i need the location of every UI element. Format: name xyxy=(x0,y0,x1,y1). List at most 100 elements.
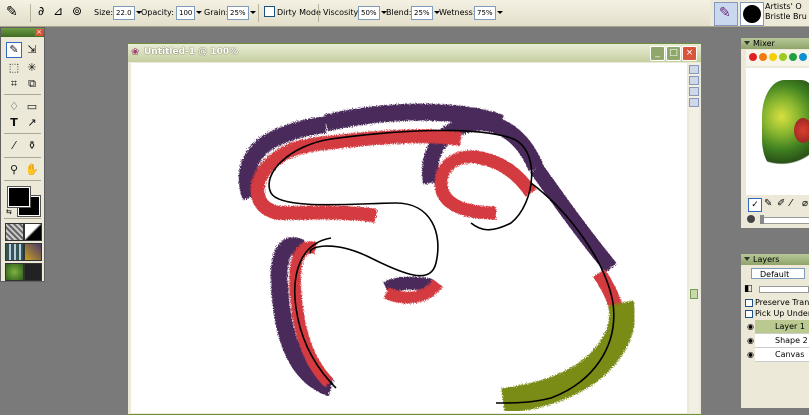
dropper-tool-button[interactable]: ⁄ xyxy=(6,138,22,154)
paintbrush-icon: ✎ xyxy=(719,5,731,21)
blend-dropdown-icon[interactable] xyxy=(433,6,440,18)
size-dropdown-icon[interactable] xyxy=(135,6,142,18)
close-button[interactable]: × xyxy=(682,46,697,61)
preserve-transparency-option[interactable]: Preserve Trans xyxy=(745,297,809,308)
vertical-scrollbar[interactable] xyxy=(689,63,699,413)
layer-row[interactable]: Shape 2 xyxy=(755,334,809,348)
brush-variant-button[interactable] xyxy=(740,2,764,26)
composite-method-select[interactable]: Default xyxy=(751,268,805,279)
brush-category-label[interactable]: Artists' O xyxy=(765,2,807,12)
layer-visibility-icon[interactable]: ◧ xyxy=(744,284,753,294)
layer-row[interactable]: Layer 1 xyxy=(755,320,809,334)
eye-icon[interactable]: ◉ xyxy=(746,322,755,331)
grain-dropdown-icon[interactable] xyxy=(249,6,256,18)
mixer-color-swatch[interactable] xyxy=(799,53,807,61)
mixer-panel: Mixer ✓ ✎ ✐ ⁄ ⌀ xyxy=(741,38,809,228)
text-icon: T xyxy=(10,116,18,129)
transform-tool-button[interactable]: ⧉ xyxy=(24,76,40,92)
opacity-field[interactable]: 100 xyxy=(176,6,196,20)
nozzle-selector[interactable] xyxy=(5,263,24,281)
dirty-mode-checkbox[interactable] xyxy=(264,6,275,17)
eye-icon[interactable]: ◉ xyxy=(746,350,755,359)
eyedropper-icon: ⁄ xyxy=(13,139,15,152)
toolbox-divider xyxy=(4,94,41,95)
sample-color-icon[interactable]: ⁄ xyxy=(790,198,792,209)
wetness-dropdown-icon[interactable] xyxy=(496,6,503,18)
eye-icon[interactable]: ◉ xyxy=(746,336,755,345)
viscosity-field[interactable]: 50% xyxy=(358,6,380,20)
document-title-bar[interactable]: ❀ Untitled-1 @ 100% _ □ × xyxy=(128,44,701,62)
mixer-color-swatch[interactable] xyxy=(759,53,767,61)
mixer-pad[interactable] xyxy=(746,68,809,195)
scroll-thumb[interactable] xyxy=(690,289,698,299)
layer-row[interactable]: Canvas xyxy=(755,348,809,362)
viscosity-dropdown-icon[interactable] xyxy=(380,6,387,18)
swap-colors-icon[interactable]: ⇆ xyxy=(6,208,12,216)
freehand-stroke-icon[interactable]: ∂ xyxy=(38,4,44,18)
mixer-color-swatch[interactable] xyxy=(789,53,797,61)
rectangle-shape-tool-button[interactable]: ▭ xyxy=(24,99,40,115)
shape-selection-tool-button[interactable]: ↗ xyxy=(24,115,40,131)
crop-tool-button[interactable]: ⌗ xyxy=(6,76,22,92)
mixer-color-swatch[interactable] xyxy=(769,53,777,61)
brush-options-icon[interactable]: ⊚ xyxy=(72,4,82,18)
layer-adjuster-tool-button[interactable]: ⇲ xyxy=(24,42,40,58)
brush-category-button[interactable]: ✎ xyxy=(714,2,738,26)
mix-color-icon[interactable]: ✐ xyxy=(777,198,785,209)
maximize-button[interactable]: □ xyxy=(666,46,681,61)
wetness-field[interactable]: 75% xyxy=(474,6,496,20)
toolbox-title-bar[interactable]: × xyxy=(1,28,44,37)
close-icon[interactable]: × xyxy=(35,29,43,36)
layer-opacity-slider[interactable] xyxy=(759,286,809,293)
main-color-swatch[interactable] xyxy=(7,186,31,208)
toggle-view-icon[interactable] xyxy=(689,76,699,85)
layers-title[interactable]: Layers xyxy=(741,254,809,265)
pick-up-underlying-option[interactable]: Pick Up Underly xyxy=(745,308,809,319)
look-selector[interactable] xyxy=(24,263,42,281)
pen-nib-icon[interactable] xyxy=(689,98,699,107)
toolbox-divider xyxy=(4,133,41,134)
straight-line-stroke-icon[interactable]: ⊿ xyxy=(53,4,63,18)
grabber-tool-button[interactable]: ✋ xyxy=(24,162,40,178)
document-title: Untitled-1 @ 100% xyxy=(144,47,239,57)
apply-color-icon[interactable]: ✎ xyxy=(764,198,772,209)
dirty-mode-toggle[interactable]: Dirty Mode xyxy=(264,6,321,20)
pick-up-underlying-checkbox[interactable] xyxy=(745,310,753,318)
magnifier-tool-button[interactable]: ⚲ xyxy=(6,162,22,178)
preserve-transparency-label: Preserve Trans xyxy=(755,298,809,307)
mixer-brush-size-slider[interactable] xyxy=(762,217,809,224)
mixer-title[interactable]: Mixer xyxy=(741,38,809,49)
opacity-dropdown-icon[interactable] xyxy=(195,6,203,18)
preserve-transparency-checkbox[interactable] xyxy=(745,299,753,307)
navigator-icon[interactable] xyxy=(689,65,699,74)
paint-bucket-tool-button[interactable]: ⚱ xyxy=(24,138,40,154)
pattern-selector[interactable] xyxy=(5,243,24,261)
grain-field[interactable]: 25% xyxy=(227,6,249,20)
canvas[interactable] xyxy=(131,63,687,413)
property-bar-divider xyxy=(318,4,319,22)
size-field[interactable]: 22.0 xyxy=(113,6,135,20)
minimize-button[interactable]: _ xyxy=(650,46,665,61)
mixer-brush-size-handle[interactable] xyxy=(760,215,764,224)
brush-tool-button[interactable]: ✎ xyxy=(6,42,22,58)
pen-tool-button[interactable]: ♢ xyxy=(6,99,22,115)
display-mode-icon[interactable] xyxy=(689,87,699,96)
rectangular-selection-tool-button[interactable]: ⬚ xyxy=(6,60,22,76)
brush-tool-icon[interactable]: ✎ xyxy=(6,4,18,20)
sample-multiple-icon[interactable]: ⌀ xyxy=(802,198,808,209)
toolbox-divider xyxy=(4,218,41,219)
magic-wand-tool-button[interactable]: ✳ xyxy=(24,60,40,76)
toolbox-divider xyxy=(4,157,41,158)
text-tool-button[interactable]: T xyxy=(6,115,22,131)
mixer-color-swatch[interactable] xyxy=(779,53,787,61)
brush-icon: ✎ xyxy=(9,43,19,56)
crop-icon: ⌗ xyxy=(10,77,18,90)
brush-variant-label[interactable]: Bristle Bru xyxy=(765,12,807,22)
dirty-brush-icon[interactable]: ✓ xyxy=(748,198,762,212)
blend-field[interactable]: 25% xyxy=(411,6,433,20)
paper-selector[interactable] xyxy=(5,223,24,241)
mixer-color-swatch[interactable] xyxy=(749,53,757,61)
gradient-selector[interactable] xyxy=(24,223,42,241)
blend-label: Blend: xyxy=(386,8,412,17)
weaving-selector[interactable] xyxy=(24,243,42,261)
